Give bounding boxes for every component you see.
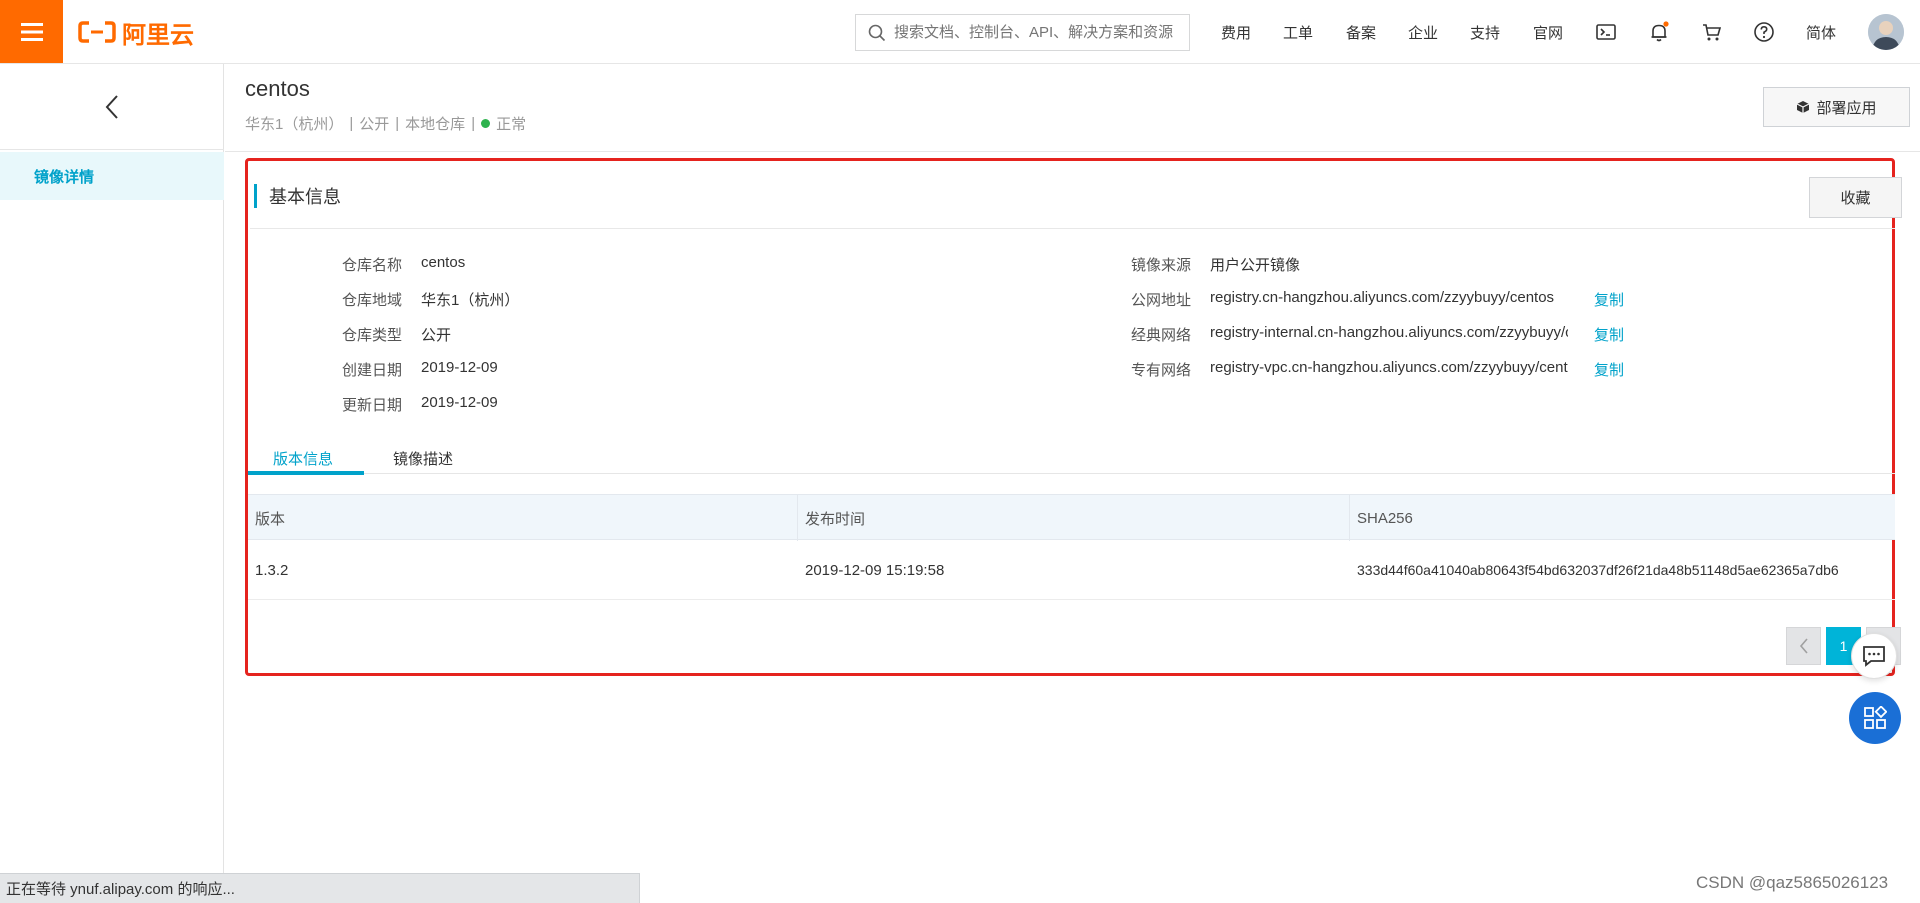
info-row-classic-network: 经典网络 registry-internal.cn-hangzhou.aliyu… <box>1111 324 1568 345</box>
section-title-text: 基本信息 <box>269 187 341 207</box>
info-label: 公网地址 <box>1130 292 1191 309</box>
info-value: 2019-12-09 <box>421 394 498 411</box>
info-label: 镜像来源 <box>1130 257 1191 274</box>
repository-header: centos 华东1（杭州） | 公开 | 本地仓库 | 正常 部署应用 <box>225 64 1920 152</box>
info-label: 创建日期 <box>341 362 402 379</box>
cart-icon[interactable] <box>1700 20 1724 44</box>
avatar-icon <box>1868 14 1904 50</box>
visibility-text: 公开 <box>359 116 390 133</box>
nav-tickets[interactable]: 工单 <box>1283 22 1313 43</box>
info-label: 仓库地域 <box>341 292 402 309</box>
nav-fees[interactable]: 费用 <box>1221 22 1251 43</box>
info-value[interactable]: registry-vpc.cn-hangzhou.aliyuncs.com/zz… <box>1210 359 1568 380</box>
info-row-image-source: 镜像来源 用户公开镜像 <box>1111 254 1300 275</box>
deploy-label: 部署应用 <box>1816 99 1877 117</box>
chevron-left-icon <box>105 94 118 119</box>
info-value[interactable]: registry.cn-hangzhou.aliyuncs.com/zzyybu… <box>1210 289 1568 310</box>
info-label: 经典网络 <box>1130 327 1191 344</box>
info-label: 更新日期 <box>341 397 402 414</box>
version-table: 版本 发布时间 SHA256 1.3.2 2019-12-09 15:19:58… <box>248 494 1895 600</box>
status-dot <box>481 119 491 128</box>
help-icon[interactable] <box>1752 20 1776 44</box>
column-header-sha256: SHA256 <box>1357 509 1413 527</box>
bell-icon[interactable] <box>1647 20 1671 44</box>
language-switch[interactable]: 简体 <box>1806 22 1836 43</box>
search-input[interactable] <box>894 24 1184 41</box>
hamburger-menu-button[interactable] <box>0 0 63 63</box>
favorite-label: 收藏 <box>1840 190 1871 207</box>
nav-official-site[interactable]: 官网 <box>1533 22 1563 43</box>
nav-enterprise[interactable]: 企业 <box>1408 22 1438 43</box>
column-header-release-time: 发布时间 <box>798 495 1350 541</box>
table-row: 1.3.2 2019-12-09 15:19:58 333d44f60a4104… <box>248 540 1895 600</box>
info-row-repo-region: 仓库地域 华东1（杭州） <box>322 289 519 310</box>
apps-grid-icon <box>1864 706 1887 729</box>
nav-support[interactable]: 支持 <box>1470 22 1500 43</box>
repository-meta: 华东1（杭州） | 公开 | 本地仓库 | 正常 <box>245 113 526 134</box>
copy-classic-network-link[interactable]: 复制 <box>1594 324 1624 345</box>
status-bar-text: 正在等待 ynuf.alipay.com 的响应... <box>6 881 235 898</box>
meta-separator: | <box>471 115 476 132</box>
region-text: 华东1（杭州） <box>245 116 344 133</box>
status-text: 正常 <box>496 116 527 133</box>
info-value: centos <box>421 254 466 271</box>
cell-version: 1.3.2 <box>255 561 289 579</box>
deploy-application-button[interactable]: 部署应用 <box>1763 87 1910 127</box>
sidebar-item-label: 镜像详情 <box>34 168 95 186</box>
chevron-left-icon <box>1799 638 1808 654</box>
section-divider <box>250 228 1895 229</box>
info-row-repo-type: 仓库类型 公开 <box>322 324 451 345</box>
copy-vpc-network-link[interactable]: 复制 <box>1594 359 1624 380</box>
info-label: 专有网络 <box>1130 362 1191 379</box>
pagination-prev-button[interactable] <box>1786 627 1821 665</box>
info-label: 仓库类型 <box>341 327 402 344</box>
top-navigation-bar: 阿里云 费用 工单 备案 企业 支持 官网 简体 <box>0 0 1920 64</box>
cell-sha256: 333d44f60a41040ab80643f54bd632037df26f21… <box>1357 562 1839 578</box>
search-icon <box>868 24 886 41</box>
detail-tabs: 版本信息 镜像描述 <box>248 446 1895 475</box>
sidebar-item-image-details[interactable]: 镜像详情 <box>0 152 224 200</box>
meta-separator: | <box>349 115 354 132</box>
global-search-box[interactable] <box>855 14 1190 51</box>
info-row-updated: 更新日期 2019-12-09 <box>322 394 498 415</box>
menu-icon <box>20 22 43 41</box>
info-value: 2019-12-09 <box>421 359 498 376</box>
info-row-vpc-network: 专有网络 registry-vpc.cn-hangzhou.aliyuncs.c… <box>1111 359 1568 380</box>
info-value: 公开 <box>421 327 452 344</box>
terminal-icon[interactable] <box>1594 20 1618 44</box>
info-row-created: 创建日期 2019-12-09 <box>322 359 498 380</box>
apps-floating-button[interactable] <box>1849 692 1901 744</box>
info-value: 华东1（杭州） <box>421 292 520 309</box>
info-row-repo-name: 仓库名称 centos <box>322 254 465 275</box>
chat-floating-button[interactable] <box>1851 633 1897 679</box>
info-label: 仓库名称 <box>341 257 402 274</box>
info-row-public-address: 公网地址 registry.cn-hangzhou.aliyuncs.com/z… <box>1111 289 1568 310</box>
basic-info-heading: 基本信息 <box>254 184 341 208</box>
aliyun-logo[interactable]: 阿里云 <box>78 18 194 49</box>
info-value[interactable]: registry-internal.cn-hangzhou.aliyuncs.c… <box>1210 324 1568 345</box>
column-header-version: 版本 <box>248 495 798 541</box>
user-avatar[interactable] <box>1868 14 1904 50</box>
page-title: centos <box>245 76 310 101</box>
repo-kind-text: 本地仓库 <box>405 116 466 133</box>
info-value: 用户公开镜像 <box>1210 257 1301 274</box>
logo-text: 阿里云 <box>122 21 194 49</box>
tab-version-info[interactable]: 版本信息 <box>273 448 333 469</box>
back-button[interactable] <box>0 64 224 150</box>
csdn-watermark: CSDN @qaz5865026123 <box>1696 873 1889 892</box>
aliyun-bracket-icon <box>78 21 116 43</box>
nav-icp-filing[interactable]: 备案 <box>1346 22 1376 43</box>
active-tab-indicator <box>248 471 364 475</box>
tab-image-description[interactable]: 镜像描述 <box>393 448 453 469</box>
cell-release-time: 2019-12-09 15:19:58 <box>805 561 945 579</box>
favorite-button[interactable]: 收藏 <box>1809 177 1902 218</box>
chat-icon <box>1863 646 1885 667</box>
table-header: 版本 发布时间 SHA256 <box>248 494 1895 541</box>
browser-status-bar: 正在等待 ynuf.alipay.com 的响应... <box>0 873 640 903</box>
meta-separator: | <box>395 115 400 132</box>
left-sidebar: 镜像详情 <box>0 64 224 903</box>
cube-icon <box>1797 101 1810 113</box>
copy-public-address-link[interactable]: 复制 <box>1594 289 1624 310</box>
